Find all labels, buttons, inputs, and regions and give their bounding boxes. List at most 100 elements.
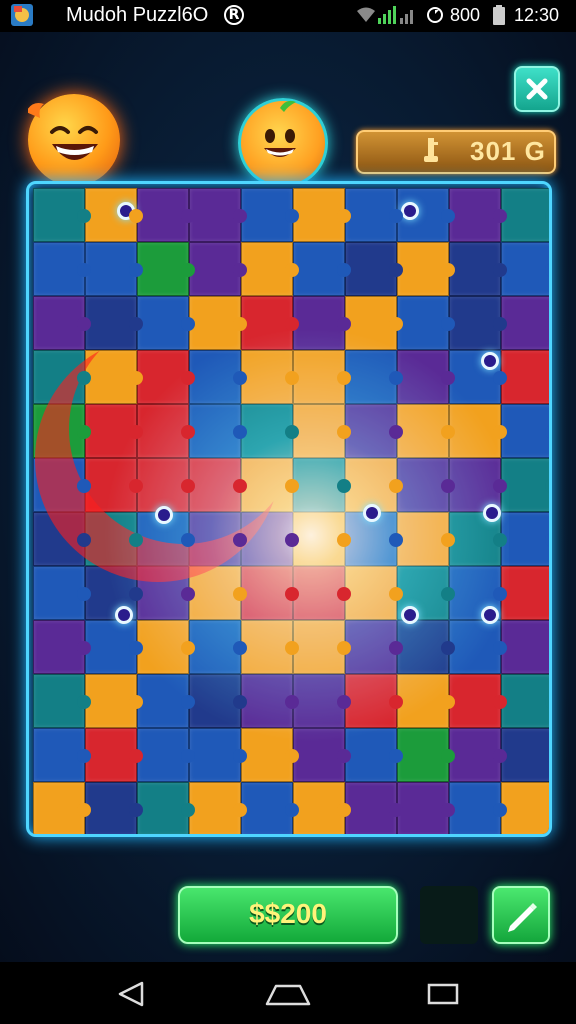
ring-marker[interactable] xyxy=(401,606,419,624)
puzzle-piece[interactable] xyxy=(189,350,247,404)
puzzle-piece[interactable] xyxy=(501,674,549,728)
puzzle-piece[interactable] xyxy=(85,512,143,566)
puzzle-piece[interactable] xyxy=(501,782,549,834)
puzzle-piece[interactable] xyxy=(345,404,403,458)
puzzle-piece[interactable] xyxy=(501,620,549,674)
back-icon[interactable] xyxy=(116,980,148,1008)
puzzle-piece[interactable] xyxy=(501,242,549,296)
puzzle-piece[interactable] xyxy=(189,620,247,674)
puzzle-piece[interactable] xyxy=(501,728,549,782)
puzzle-piece[interactable] xyxy=(241,782,299,834)
puzzle-piece[interactable] xyxy=(293,404,351,458)
puzzle-piece[interactable] xyxy=(33,728,91,782)
puzzle-piece[interactable] xyxy=(397,350,455,404)
puzzle-piece[interactable] xyxy=(33,566,91,620)
puzzle-piece[interactable] xyxy=(85,188,143,242)
puzzle-piece[interactable] xyxy=(345,782,403,834)
puzzle-piece[interactable] xyxy=(449,620,507,674)
puzzle-piece[interactable] xyxy=(189,188,247,242)
puzzle-piece[interactable] xyxy=(449,296,507,350)
puzzle-piece[interactable] xyxy=(397,512,455,566)
puzzle-piece[interactable] xyxy=(501,404,549,458)
puzzle-piece[interactable] xyxy=(189,782,247,834)
puzzle-piece[interactable] xyxy=(85,350,143,404)
buy-button[interactable]: $$200 xyxy=(178,886,398,944)
puzzle-piece[interactable] xyxy=(345,350,403,404)
puzzle-piece[interactable] xyxy=(501,512,549,566)
puzzle-piece[interactable] xyxy=(189,566,247,620)
puzzle-piece[interactable] xyxy=(33,188,91,242)
puzzle-piece[interactable] xyxy=(189,296,247,350)
puzzle-piece[interactable] xyxy=(397,674,455,728)
ring-marker[interactable] xyxy=(155,506,173,524)
puzzle-piece[interactable] xyxy=(293,782,351,834)
puzzle-piece[interactable] xyxy=(33,674,91,728)
puzzle-piece[interactable] xyxy=(449,242,507,296)
ring-marker[interactable] xyxy=(115,606,133,624)
puzzle-piece[interactable] xyxy=(397,242,455,296)
puzzle-piece[interactable] xyxy=(189,458,247,512)
puzzle-piece[interactable] xyxy=(397,296,455,350)
puzzle-piece[interactable] xyxy=(241,512,299,566)
puzzle-piece[interactable] xyxy=(293,188,351,242)
puzzle-piece[interactable] xyxy=(397,404,455,458)
puzzle-piece[interactable] xyxy=(449,782,507,834)
puzzle-piece[interactable] xyxy=(137,188,195,242)
puzzle-piece[interactable] xyxy=(345,566,403,620)
ring-marker[interactable] xyxy=(483,504,501,522)
puzzle-piece[interactable] xyxy=(293,728,351,782)
puzzle-piece[interactable] xyxy=(85,242,143,296)
puzzle-piece[interactable] xyxy=(137,296,195,350)
puzzle-piece[interactable] xyxy=(137,674,195,728)
puzzle-piece[interactable] xyxy=(85,620,143,674)
puzzle-board[interactable] xyxy=(26,181,552,837)
puzzle-piece[interactable] xyxy=(501,296,549,350)
puzzle-piece[interactable] xyxy=(33,512,91,566)
puzzle-piece[interactable] xyxy=(397,458,455,512)
puzzle-piece[interactable] xyxy=(449,404,507,458)
puzzle-piece[interactable] xyxy=(241,566,299,620)
puzzle-piece[interactable] xyxy=(345,242,403,296)
puzzle-piece[interactable] xyxy=(449,674,507,728)
puzzle-piece[interactable] xyxy=(33,458,91,512)
puzzle-piece[interactable] xyxy=(85,674,143,728)
puzzle-piece[interactable] xyxy=(501,350,549,404)
puzzle-piece[interactable] xyxy=(137,728,195,782)
puzzle-piece[interactable] xyxy=(33,350,91,404)
puzzle-piece[interactable] xyxy=(345,728,403,782)
puzzle-piece[interactable] xyxy=(189,728,247,782)
puzzle-piece[interactable] xyxy=(85,458,143,512)
puzzle-piece[interactable] xyxy=(241,350,299,404)
recent-apps-icon[interactable] xyxy=(426,980,460,1008)
ring-marker[interactable] xyxy=(401,202,419,220)
puzzle-piece[interactable] xyxy=(241,728,299,782)
puzzle-piece[interactable] xyxy=(189,242,247,296)
puzzle-piece[interactable] xyxy=(501,566,549,620)
puzzle-piece[interactable] xyxy=(449,188,507,242)
puzzle-piece[interactable] xyxy=(189,512,247,566)
puzzle-piece[interactable] xyxy=(241,296,299,350)
puzzle-piece[interactable] xyxy=(137,566,195,620)
puzzle-piece[interactable] xyxy=(241,674,299,728)
puzzle-piece[interactable] xyxy=(137,458,195,512)
ring-marker[interactable] xyxy=(481,352,499,370)
puzzle-piece[interactable] xyxy=(241,242,299,296)
puzzle-piece[interactable] xyxy=(137,620,195,674)
puzzle-piece[interactable] xyxy=(85,728,143,782)
puzzle-piece[interactable] xyxy=(33,404,91,458)
puzzle-piece[interactable] xyxy=(293,674,351,728)
puzzle-piece[interactable] xyxy=(293,620,351,674)
puzzle-piece[interactable] xyxy=(85,296,143,350)
puzzle-piece[interactable] xyxy=(33,242,91,296)
puzzle-piece[interactable] xyxy=(397,782,455,834)
puzzle-piece[interactable] xyxy=(293,566,351,620)
puzzle-piece[interactable] xyxy=(137,404,195,458)
puzzle-piece[interactable] xyxy=(241,458,299,512)
puzzle-piece[interactable] xyxy=(189,404,247,458)
puzzle-piece[interactable] xyxy=(345,674,403,728)
puzzle-piece[interactable] xyxy=(449,728,507,782)
puzzle-piece[interactable] xyxy=(137,242,195,296)
ring-marker[interactable] xyxy=(481,606,499,624)
puzzle-piece[interactable] xyxy=(241,620,299,674)
puzzle-piece[interactable] xyxy=(33,782,91,834)
